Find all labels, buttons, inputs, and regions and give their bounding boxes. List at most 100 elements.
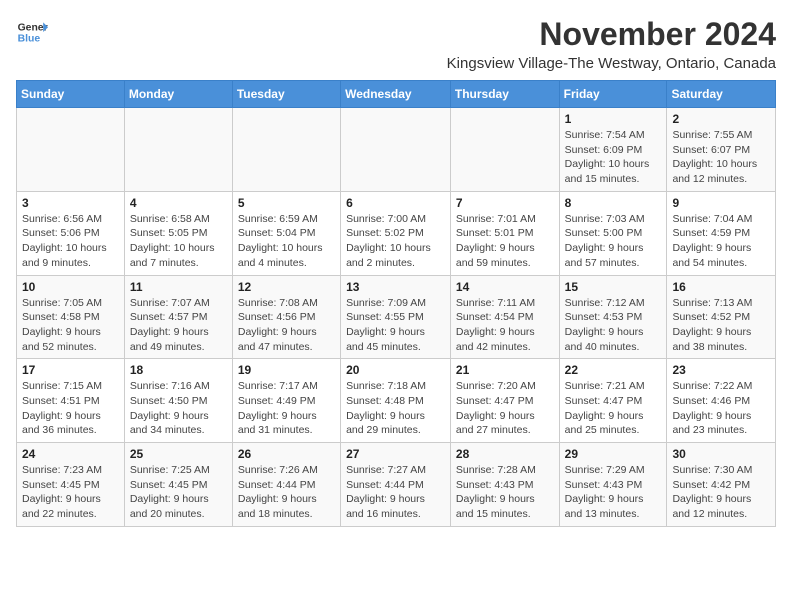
day-info: Sunrise: 7:16 AM Sunset: 4:50 PM Dayligh… xyxy=(130,379,227,438)
day-info: Sunrise: 7:22 AM Sunset: 4:46 PM Dayligh… xyxy=(672,379,770,438)
day-number: 22 xyxy=(565,363,662,377)
day-info: Sunrise: 7:30 AM Sunset: 4:42 PM Dayligh… xyxy=(672,463,770,522)
day-number: 30 xyxy=(672,447,770,461)
calendar-cell: 26 Sunrise: 7:26 AM Sunset: 4:44 PM Dayli… xyxy=(232,443,340,527)
day-number: 10 xyxy=(22,280,119,294)
day-number: 21 xyxy=(456,363,554,377)
day-number: 26 xyxy=(238,447,335,461)
day-info: Sunrise: 7:17 AM Sunset: 4:49 PM Dayligh… xyxy=(238,379,335,438)
logo: General Blue xyxy=(16,16,48,48)
weekday-header-friday: Friday xyxy=(559,81,667,108)
weekday-header-saturday: Saturday xyxy=(667,81,776,108)
calendar-cell: 22Sunrise: 7:21 AM Sunset: 4:47 PM Dayli… xyxy=(559,359,667,443)
calendar-cell: 7 Sunrise: 7:01 AM Sunset: 5:01 PM Daylig… xyxy=(450,191,559,275)
day-info: Sunrise: 6:59 AM Sunset: 5:04 PM Dayligh… xyxy=(238,212,335,271)
calendar-cell: 8 Sunrise: 7:03 AM Sunset: 5:00 PM Daylig… xyxy=(559,191,667,275)
day-number: 7 xyxy=(456,196,554,210)
calendar-cell: 25Sunrise: 7:25 AM Sunset: 4:45 PM Dayli… xyxy=(124,443,232,527)
svg-text:Blue: Blue xyxy=(18,34,41,45)
calendar-cell xyxy=(450,108,559,192)
day-info: Sunrise: 7:28 AM Sunset: 4:43 PM Dayligh… xyxy=(456,463,554,522)
day-info: Sunrise: 7:04 AM Sunset: 4:59 PM Dayligh… xyxy=(672,212,770,271)
calendar-cell: 14 Sunrise: 7:11 AM Sunset: 4:54 PM Dayli… xyxy=(450,275,559,359)
day-info: Sunrise: 6:56 AM Sunset: 5:06 PM Dayligh… xyxy=(22,212,119,271)
day-info: Sunrise: 7:29 AM Sunset: 4:43 PM Dayligh… xyxy=(565,463,662,522)
day-info: Sunrise: 7:07 AM Sunset: 4:57 PM Dayligh… xyxy=(130,296,227,355)
day-number: 5 xyxy=(238,196,335,210)
day-number: 24 xyxy=(22,447,119,461)
day-info: Sunrise: 7:03 AM Sunset: 5:00 PM Dayligh… xyxy=(565,212,662,271)
day-number: 23 xyxy=(672,363,770,377)
day-number: 15 xyxy=(565,280,662,294)
day-number: 19 xyxy=(238,363,335,377)
calendar-cell: 6 Sunrise: 7:00 AM Sunset: 5:02 PM Daylig… xyxy=(341,191,451,275)
day-info: Sunrise: 7:20 AM Sunset: 4:47 PM Dayligh… xyxy=(456,379,554,438)
calendar-table: SundayMondayTuesdayWednesdayThursdayFrid… xyxy=(16,80,776,527)
day-number: 14 xyxy=(456,280,554,294)
calendar-cell: 30 Sunrise: 7:30 AM Sunset: 4:42 PM Dayli… xyxy=(667,443,776,527)
title-block: November 2024 Kingsview Village-The West… xyxy=(447,16,776,72)
day-number: 9 xyxy=(672,196,770,210)
day-number: 27 xyxy=(346,447,445,461)
day-number: 12 xyxy=(238,280,335,294)
day-number: 11 xyxy=(130,280,227,294)
day-number: 6 xyxy=(346,196,445,210)
day-number: 3 xyxy=(22,196,119,210)
calendar-cell xyxy=(17,108,125,192)
calendar-cell xyxy=(232,108,340,192)
calendar-cell: 5 Sunrise: 6:59 AM Sunset: 5:04 PM Daylig… xyxy=(232,191,340,275)
calendar-cell: 13Sunrise: 7:09 AM Sunset: 4:55 PM Dayli… xyxy=(341,275,451,359)
day-number: 4 xyxy=(130,196,227,210)
day-number: 16 xyxy=(672,280,770,294)
day-info: Sunrise: 7:26 AM Sunset: 4:44 PM Dayligh… xyxy=(238,463,335,522)
calendar-cell: 29 Sunrise: 7:29 AM Sunset: 4:43 PM Dayli… xyxy=(559,443,667,527)
weekday-header-sunday: Sunday xyxy=(17,81,125,108)
calendar-cell: 20Sunrise: 7:18 AM Sunset: 4:48 PM Dayli… xyxy=(341,359,451,443)
calendar-cell: 9 Sunrise: 7:04 AM Sunset: 4:59 PM Daylig… xyxy=(667,191,776,275)
day-info: Sunrise: 7:15 AM Sunset: 4:51 PM Dayligh… xyxy=(22,379,119,438)
day-info: Sunrise: 7:01 AM Sunset: 5:01 PM Dayligh… xyxy=(456,212,554,271)
day-info: Sunrise: 7:12 AM Sunset: 4:53 PM Dayligh… xyxy=(565,296,662,355)
calendar-cell: 24 Sunrise: 7:23 AM Sunset: 4:45 PM Dayli… xyxy=(17,443,125,527)
calendar-cell: 3 Sunrise: 6:56 AM Sunset: 5:06 PM Daylig… xyxy=(17,191,125,275)
day-info: Sunrise: 7:00 AM Sunset: 5:02 PM Dayligh… xyxy=(346,212,445,271)
calendar-cell xyxy=(124,108,232,192)
calendar-cell: 10 Sunrise: 7:05 AM Sunset: 4:58 PM Dayli… xyxy=(17,275,125,359)
calendar-cell: 23 Sunrise: 7:22 AM Sunset: 4:46 PM Dayli… xyxy=(667,359,776,443)
calendar-cell: 16 Sunrise: 7:13 AM Sunset: 4:52 PM Dayli… xyxy=(667,275,776,359)
day-number: 1 xyxy=(565,112,662,126)
calendar-cell: 21 Sunrise: 7:20 AM Sunset: 4:47 PM Dayli… xyxy=(450,359,559,443)
calendar-cell: 12 Sunrise: 7:08 AM Sunset: 4:56 PM Dayli… xyxy=(232,275,340,359)
day-info: Sunrise: 7:05 AM Sunset: 4:58 PM Dayligh… xyxy=(22,296,119,355)
day-info: Sunrise: 7:54 AM Sunset: 6:09 PM Dayligh… xyxy=(565,128,662,187)
day-number: 25 xyxy=(130,447,227,461)
calendar-cell: 18 Sunrise: 7:16 AM Sunset: 4:50 PM Dayli… xyxy=(124,359,232,443)
day-number: 2 xyxy=(672,112,770,126)
calendar-cell: 15 Sunrise: 7:12 AM Sunset: 4:53 PM Dayli… xyxy=(559,275,667,359)
calendar-cell: 1 Sunrise: 7:54 AM Sunset: 6:09 PM Daylig… xyxy=(559,108,667,192)
calendar-cell xyxy=(341,108,451,192)
day-number: 18 xyxy=(130,363,227,377)
calendar-cell: 28 Sunrise: 7:28 AM Sunset: 4:43 PM Dayli… xyxy=(450,443,559,527)
day-info: Sunrise: 7:27 AM Sunset: 4:44 PM Dayligh… xyxy=(346,463,445,522)
day-info: Sunrise: 7:13 AM Sunset: 4:52 PM Dayligh… xyxy=(672,296,770,355)
calendar-cell: 19 Sunrise: 7:17 AM Sunset: 4:49 PM Dayli… xyxy=(232,359,340,443)
day-info: Sunrise: 7:23 AM Sunset: 4:45 PM Dayligh… xyxy=(22,463,119,522)
calendar-cell: 11 Sunrise: 7:07 AM Sunset: 4:57 PM Dayli… xyxy=(124,275,232,359)
weekday-header-wednesday: Wednesday xyxy=(341,81,451,108)
page-subtitle: Kingsview Village-The Westway, Ontario, … xyxy=(447,55,776,72)
day-number: 28 xyxy=(456,447,554,461)
day-info: Sunrise: 7:08 AM Sunset: 4:56 PM Dayligh… xyxy=(238,296,335,355)
weekday-header-thursday: Thursday xyxy=(450,81,559,108)
weekday-header-tuesday: Tuesday xyxy=(232,81,340,108)
day-info: Sunrise: 7:55 AM Sunset: 6:07 PM Dayligh… xyxy=(672,128,770,187)
day-info: Sunrise: 7:11 AM Sunset: 4:54 PM Dayligh… xyxy=(456,296,554,355)
day-number: 17 xyxy=(22,363,119,377)
calendar-cell: 2 Sunrise: 7:55 AM Sunset: 6:07 PM Daylig… xyxy=(667,108,776,192)
calendar-cell: 27 Sunrise: 7:27 AM Sunset: 4:44 PM Dayli… xyxy=(341,443,451,527)
day-info: Sunrise: 7:09 AM Sunset: 4:55 PM Dayligh… xyxy=(346,296,445,355)
day-info: Sunrise: 7:18 AM Sunset: 4:48 PM Dayligh… xyxy=(346,379,445,438)
page-title: November 2024 xyxy=(447,16,776,53)
day-number: 29 xyxy=(565,447,662,461)
day-number: 8 xyxy=(565,196,662,210)
